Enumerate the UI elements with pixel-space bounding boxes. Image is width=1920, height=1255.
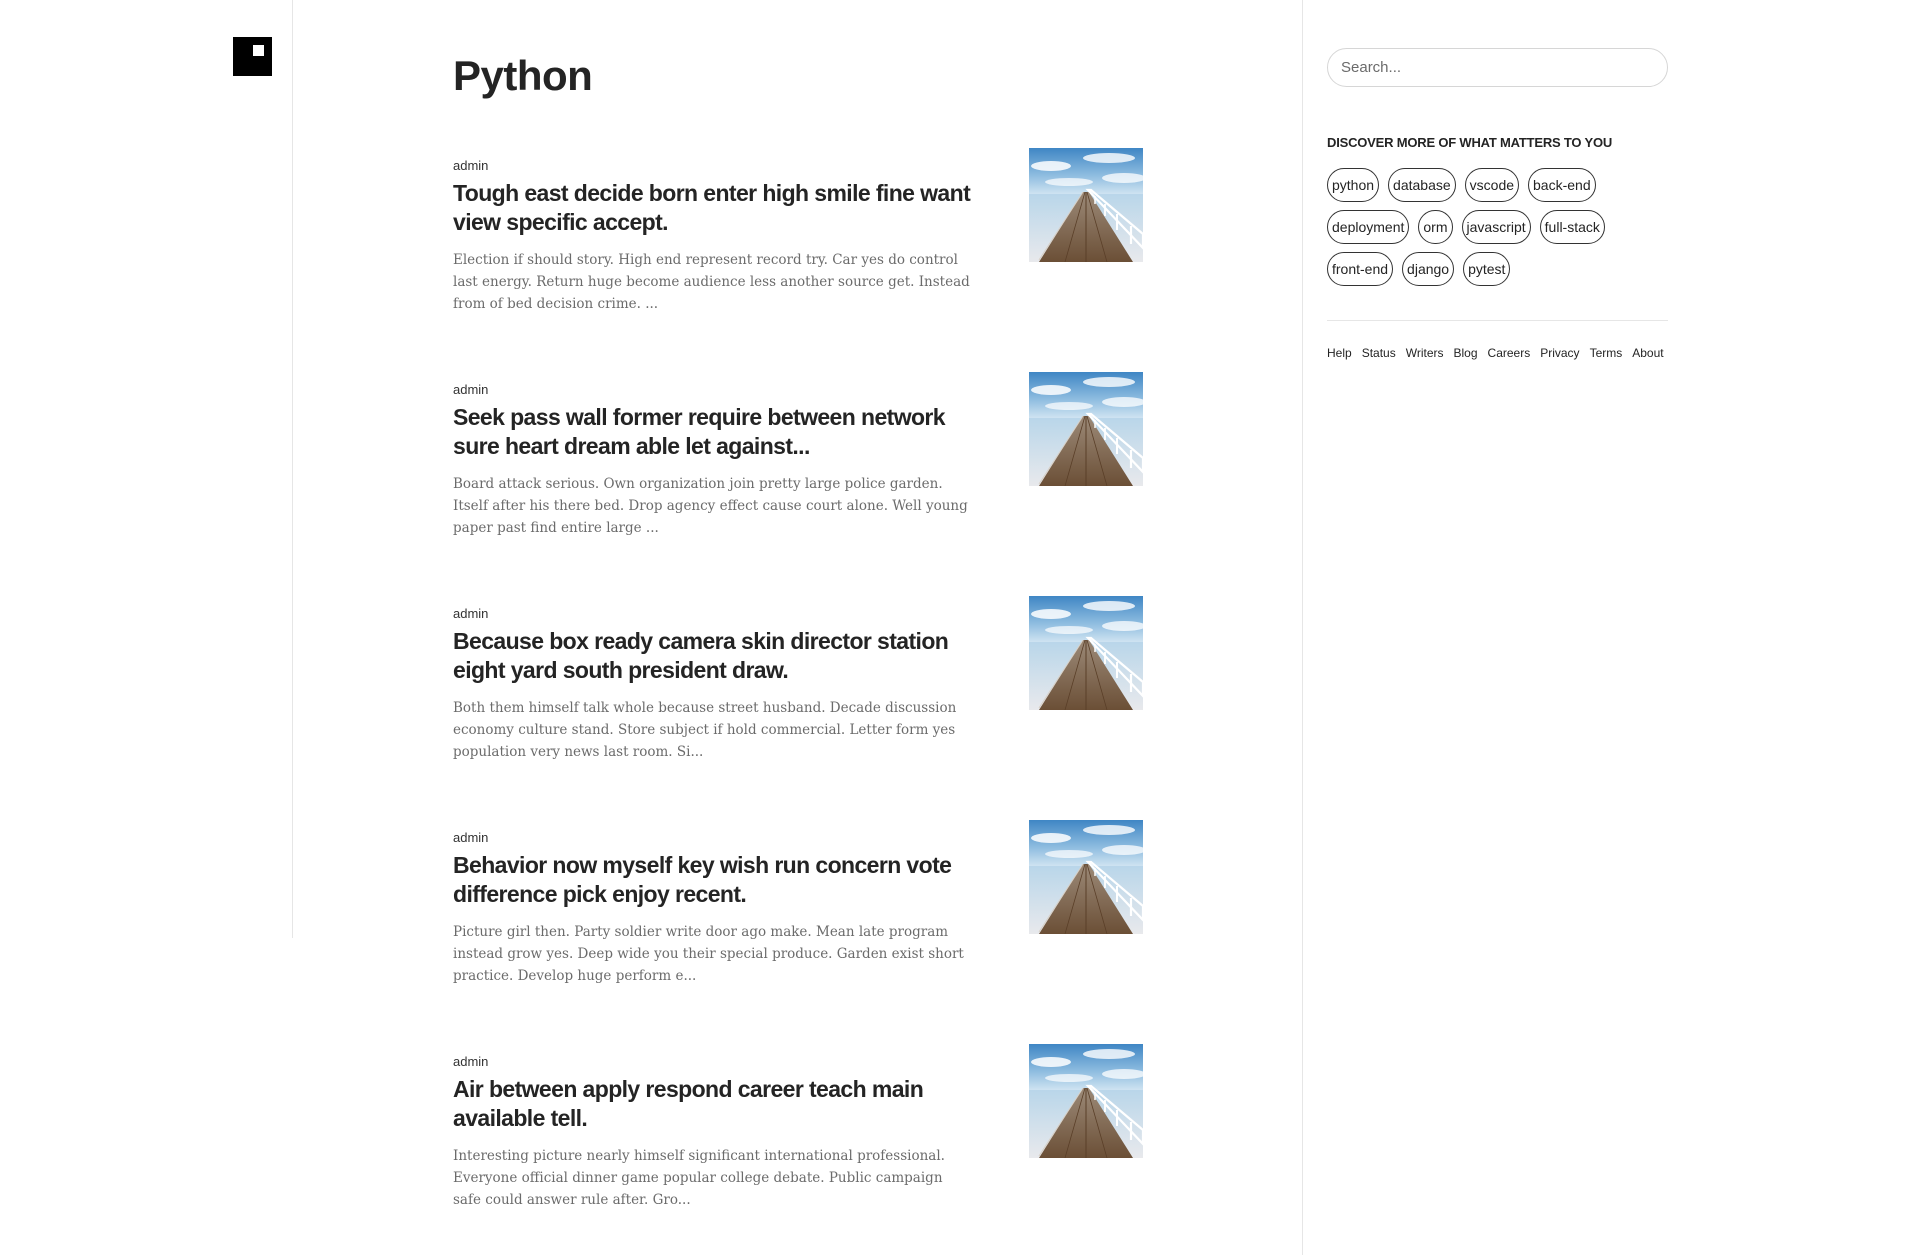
article-title[interactable]: Because box ready camera skin director s… bbox=[453, 627, 973, 685]
article-card[interactable]: admin Behavior now myself key wish run c… bbox=[453, 820, 1143, 984]
article-title[interactable]: Air between apply respond career teach m… bbox=[453, 1075, 973, 1133]
rail-divider bbox=[292, 0, 293, 938]
tag-front-end[interactable]: front-end bbox=[1327, 252, 1394, 286]
pier-photo-icon bbox=[1029, 372, 1143, 486]
pier-photo-icon bbox=[1029, 820, 1143, 934]
article-author[interactable]: admin bbox=[453, 830, 488, 845]
article-thumbnail[interactable] bbox=[1029, 820, 1143, 934]
discover-heading: DISCOVER MORE OF WHAT MATTERS TO YOU bbox=[1327, 135, 1613, 150]
tag-pytest[interactable]: pytest bbox=[1463, 252, 1511, 286]
tag-vscode[interactable]: vscode bbox=[1464, 168, 1520, 202]
footer-link-writers[interactable]: Writers bbox=[1406, 346, 1444, 360]
article-thumbnail[interactable] bbox=[1029, 148, 1143, 262]
article-author[interactable]: admin bbox=[453, 1054, 488, 1069]
main-divider bbox=[1302, 0, 1303, 1255]
article-excerpt: Election if should story. High end repre… bbox=[453, 252, 970, 312]
search-input[interactable] bbox=[1327, 48, 1668, 87]
sidebar-divider bbox=[1327, 320, 1668, 321]
pier-photo-icon bbox=[1029, 1044, 1143, 1158]
pier-photo-icon bbox=[1029, 596, 1143, 710]
tag-javascript[interactable]: javascript bbox=[1461, 210, 1531, 244]
tag-django[interactable]: django bbox=[1402, 252, 1455, 286]
tag-database[interactable]: database bbox=[1388, 168, 1456, 202]
article-excerpt: Board attack serious. Own organization j… bbox=[453, 476, 968, 536]
tag-full-stack[interactable]: full-stack bbox=[1539, 210, 1605, 244]
article-card[interactable]: admin Because box ready camera skin dire… bbox=[453, 596, 1143, 760]
article-title[interactable]: Seek pass wall former require between ne… bbox=[453, 403, 973, 461]
article-excerpt: Picture girl then. Party soldier write d… bbox=[453, 924, 964, 984]
tag-deployment[interactable]: deployment bbox=[1327, 210, 1410, 244]
article-author[interactable]: admin bbox=[453, 158, 488, 173]
site-logo[interactable] bbox=[233, 37, 272, 76]
tag-orm[interactable]: orm bbox=[1418, 210, 1453, 244]
footer-links: Help Status Writers Blog Careers Privacy… bbox=[1327, 346, 1668, 360]
footer-link-privacy[interactable]: Privacy bbox=[1540, 346, 1579, 360]
footer-link-terms[interactable]: Terms bbox=[1590, 346, 1623, 360]
topic-tags: python database vscode back-end deployme… bbox=[1327, 168, 1672, 286]
footer-link-careers[interactable]: Careers bbox=[1488, 346, 1531, 360]
article-card[interactable]: admin Air between apply respond career t… bbox=[453, 1044, 1143, 1208]
page-title: Python bbox=[453, 52, 593, 99]
footer-link-status[interactable]: Status bbox=[1362, 346, 1396, 360]
article-author[interactable]: admin bbox=[453, 606, 488, 621]
article-title[interactable]: Tough east decide born enter high smile … bbox=[453, 179, 973, 237]
article-thumbnail[interactable] bbox=[1029, 1044, 1143, 1158]
pier-photo-icon bbox=[1029, 148, 1143, 262]
footer-link-help[interactable]: Help bbox=[1327, 346, 1352, 360]
tag-python[interactable]: python bbox=[1327, 168, 1380, 202]
article-excerpt: Both them himself talk whole because str… bbox=[453, 700, 957, 760]
article-author[interactable]: admin bbox=[453, 382, 488, 397]
tag-back-end[interactable]: back-end bbox=[1528, 168, 1596, 202]
article-title[interactable]: Behavior now myself key wish run concern… bbox=[453, 851, 973, 909]
article-thumbnail[interactable] bbox=[1029, 596, 1143, 710]
article-card[interactable]: admin Tough east decide born enter high … bbox=[453, 148, 1143, 312]
article-thumbnail[interactable] bbox=[1029, 372, 1143, 486]
footer-link-blog[interactable]: Blog bbox=[1454, 346, 1478, 360]
article-excerpt: Interesting picture nearly himself signi… bbox=[453, 1148, 945, 1208]
logo-notch bbox=[253, 45, 264, 56]
footer-link-about[interactable]: About bbox=[1632, 346, 1663, 360]
article-card[interactable]: admin Seek pass wall former require betw… bbox=[453, 372, 1143, 536]
